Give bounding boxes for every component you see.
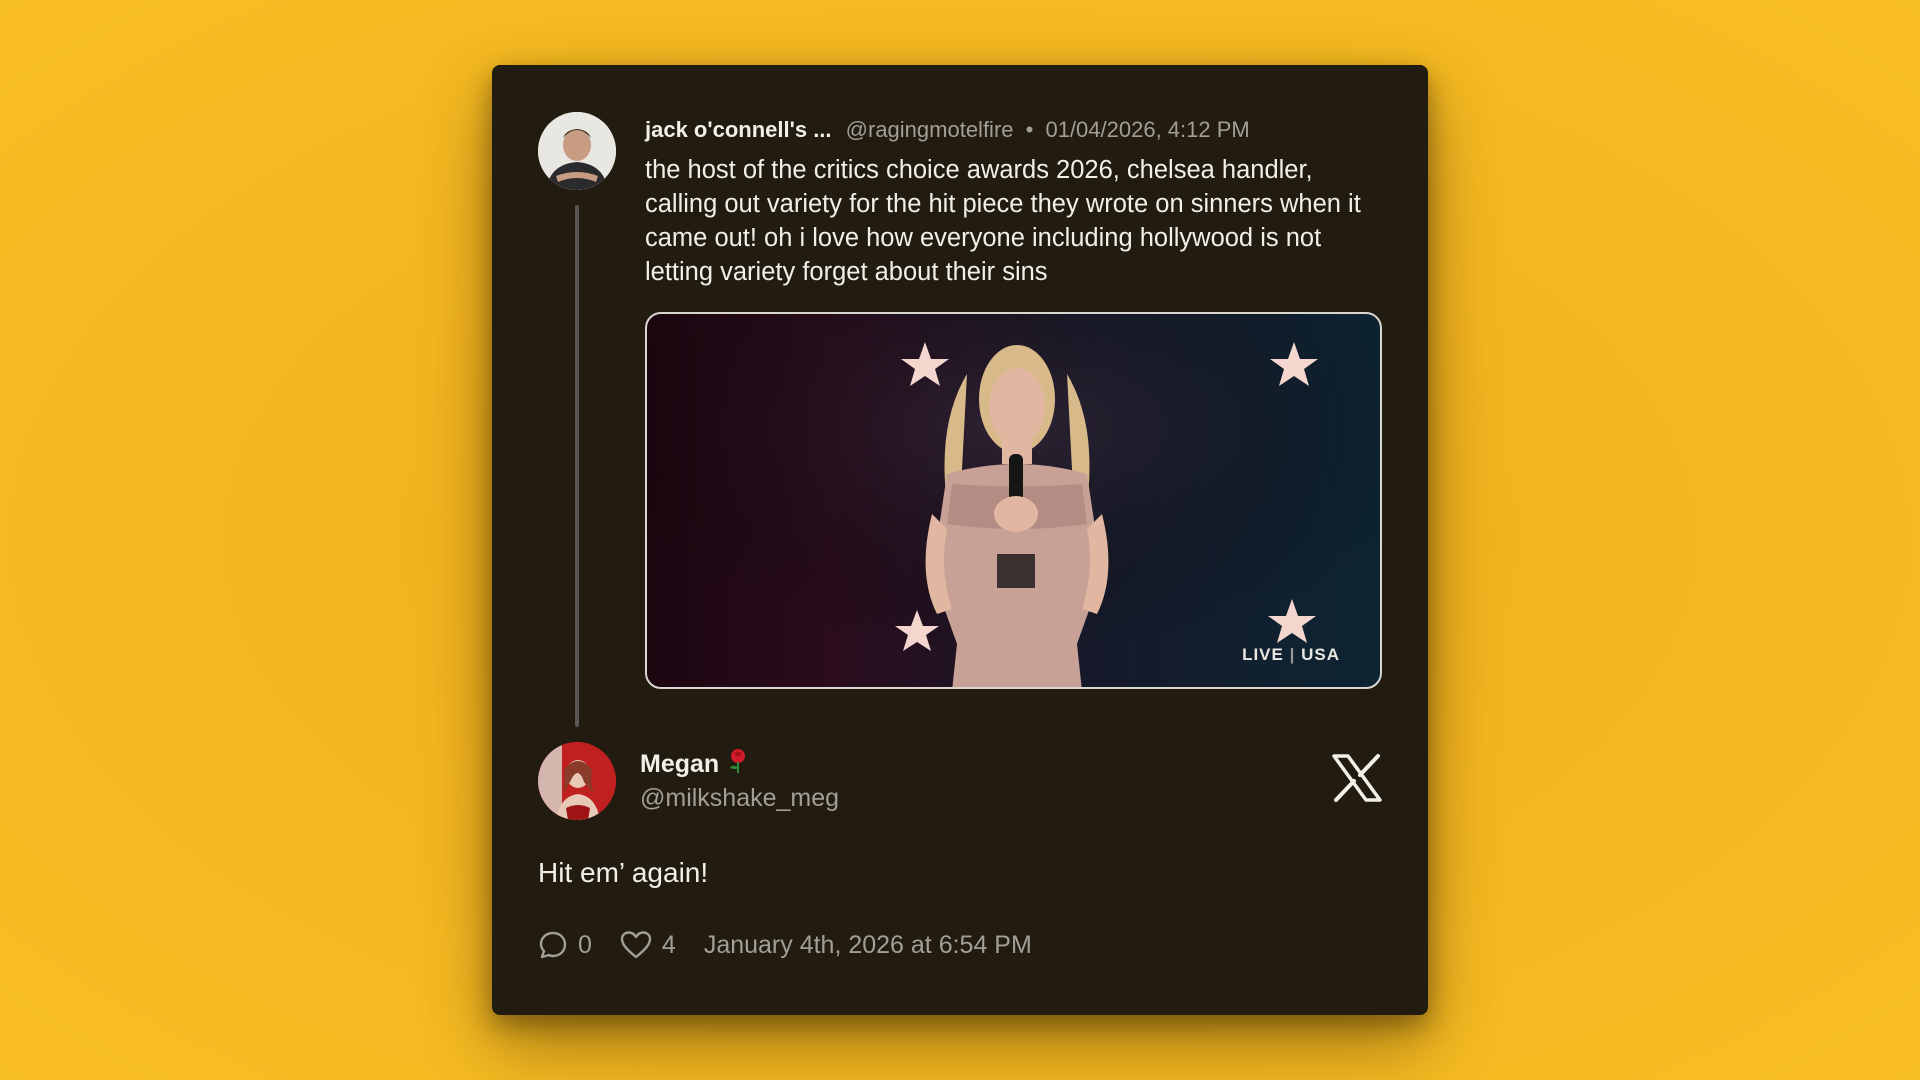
rose-icon xyxy=(727,748,749,783)
likes-count: 4 xyxy=(661,930,676,959)
replies-count: 0 xyxy=(578,930,592,959)
likes-stat[interactable]: 4 xyxy=(620,930,676,960)
reply-text: Hit em’ again! xyxy=(538,857,709,888)
live-network-badge: LIVE | USA xyxy=(1242,645,1340,664)
tweet-card: jack o'connell's ... @ragingmotelfire • … xyxy=(492,65,1428,1015)
reply-footer: 0 4 January 4th, 2026 at 6:54 PM xyxy=(538,927,1032,963)
original-author-handle[interactable]: @ragingmotelfire xyxy=(846,117,1014,142)
original-tweet-timestamp[interactable]: 01/04/2026, 4:12 PM xyxy=(1045,117,1249,142)
tweet-video-media[interactable]: LIVE | USA xyxy=(645,312,1382,689)
reply-author-name-row: Megan xyxy=(640,747,749,783)
original-author-avatar[interactable] xyxy=(538,112,616,190)
original-author-name[interactable]: jack o'connell's ... xyxy=(645,117,832,142)
live-badge-text: LIVE xyxy=(1242,645,1284,664)
x-logo-icon[interactable] xyxy=(1332,754,1382,802)
original-tweet-text: the host of the critics choice awards 20… xyxy=(645,156,1361,286)
network-badge-text: USA xyxy=(1301,645,1340,664)
thread-connector-line xyxy=(575,205,579,727)
heart-icon xyxy=(620,931,652,959)
original-tweet-header: jack o'connell's ... @ragingmotelfire • … xyxy=(645,113,1250,147)
video-frame-image xyxy=(647,314,1380,687)
reply-author-name[interactable]: Megan xyxy=(640,750,719,778)
reply-author-handle[interactable]: @milkshake_meg xyxy=(640,781,839,815)
reply-author-avatar[interactable] xyxy=(538,742,616,820)
reply-timestamp[interactable]: January 4th, 2026 at 6:54 PM xyxy=(704,931,1032,960)
header-separator: • xyxy=(1025,117,1034,142)
replies-stat[interactable]: 0 xyxy=(538,930,592,960)
comment-icon xyxy=(539,931,567,959)
